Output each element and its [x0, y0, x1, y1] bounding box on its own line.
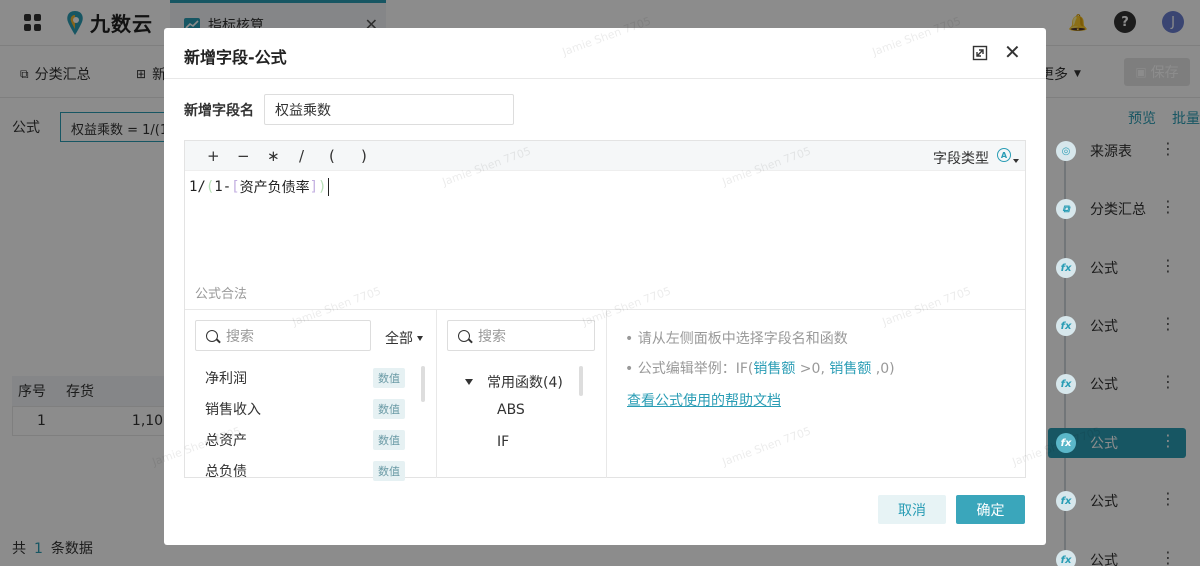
fx-icon: fx — [1056, 550, 1076, 566]
field-name-label: 新增字段名 — [184, 102, 254, 119]
search-icon — [458, 329, 470, 342]
expand-icon[interactable] — [972, 45, 988, 61]
fields-panel: 搜索 全部 净利润 数值 销售收入 数值 总资产 数值 总负债 数值 — [185, 310, 437, 481]
formula-valid-status: 公式合法 — [195, 287, 248, 302]
close-icon[interactable]: ✕ — [1004, 42, 1021, 62]
minus-operator-button[interactable]: − — [237, 147, 250, 165]
fx-icon: fx — [1056, 374, 1076, 394]
search-icon — [206, 329, 218, 342]
plus-operator-button[interactable]: + — [207, 147, 220, 165]
list-item[interactable]: 净利润 数值 — [185, 362, 425, 393]
multiply-operator-button[interactable]: ∗ — [267, 147, 280, 165]
dialog-header: 新增字段-公式 ✕ — [164, 28, 1046, 79]
list-item[interactable]: 总资产 数值 — [185, 424, 425, 455]
selection-panels: 搜索 全部 净利润 数值 销售收入 数值 总资产 数值 总负债 数值 搜索 常用… — [185, 309, 1025, 481]
help-panel: • 请从左侧面板中选择字段名和函数 • 公式编辑举例：IF(销售额 >0, 销售… — [607, 310, 1025, 478]
field-type-label: 字段类型 — [933, 151, 989, 167]
caret-down-icon — [417, 335, 423, 341]
operator-bar: + − ∗ / ( ) 字段类型 A — [185, 141, 1025, 171]
type-badge: 数值 — [373, 367, 405, 388]
group-icon: ⧉ — [1056, 199, 1076, 219]
type-badge: 数值 — [373, 398, 405, 419]
formula-input[interactable]: 1/ ( 1- [ 资产负债率 ] ) — [189, 177, 330, 197]
formula-editor: + − ∗ / ( ) 字段类型 A 1/ ( 1- [ 资产负债率 ] ) 公… — [184, 140, 1026, 481]
caret-down-icon[interactable] — [1013, 159, 1019, 163]
confirm-button[interactable]: 确定 — [956, 495, 1025, 524]
cancel-button[interactable]: 取消 — [878, 495, 946, 524]
function-item-if[interactable]: IF — [497, 434, 509, 450]
add-field-formula-dialog: 新增字段-公式 ✕ 新增字段名 + − ∗ / ( ) 字段类型 A 1/ ( … — [164, 28, 1046, 545]
fx-icon: fx — [1056, 433, 1076, 453]
fx-icon: fx — [1056, 491, 1076, 511]
close-paren-button[interactable]: ) — [361, 147, 367, 165]
function-item-abs[interactable]: ABS — [497, 402, 525, 418]
functions-panel: 搜索 常用函数(4) ABS IF — [437, 310, 607, 478]
text-cursor — [328, 178, 330, 196]
fx-icon: fx — [1056, 316, 1076, 336]
field-list: 净利润 数值 销售收入 数值 总资产 数值 总负债 数值 — [185, 362, 425, 486]
field-filter-dropdown[interactable]: 全部 — [385, 328, 423, 348]
open-paren-button[interactable]: ( — [329, 147, 335, 165]
type-badge: 数值 — [373, 460, 405, 481]
list-item[interactable]: 销售收入 数值 — [185, 393, 425, 424]
caret-down-icon — [465, 379, 473, 385]
function-group-common[interactable]: 常用函数(4) — [465, 372, 563, 392]
function-list-scrollbar[interactable] — [579, 366, 583, 396]
function-search-input[interactable]: 搜索 — [447, 320, 595, 351]
formula-field-token: 资产负债率 — [239, 180, 310, 196]
field-type-a-icon[interactable]: A — [997, 148, 1011, 162]
field-search-input[interactable]: 搜索 — [195, 320, 371, 351]
hint-select: • 请从左侧面板中选择字段名和函数 — [625, 331, 848, 347]
hint-example: • 公式编辑举例：IF(销售额 >0, 销售额 ,0) — [625, 361, 895, 377]
field-list-scrollbar[interactable] — [421, 366, 425, 402]
list-item[interactable]: 总负债 数值 — [185, 455, 425, 486]
fx-icon: fx — [1056, 258, 1076, 278]
divide-operator-button[interactable]: / — [299, 147, 304, 165]
dialog-title: 新增字段-公式 — [184, 48, 287, 67]
source-icon: ◎ — [1056, 141, 1076, 161]
type-badge: 数值 — [373, 429, 405, 450]
help-doc-link[interactable]: 查看公式使用的帮助文档 — [627, 390, 781, 410]
field-name-row: 新增字段名 — [184, 94, 514, 125]
field-name-input[interactable] — [264, 94, 514, 125]
